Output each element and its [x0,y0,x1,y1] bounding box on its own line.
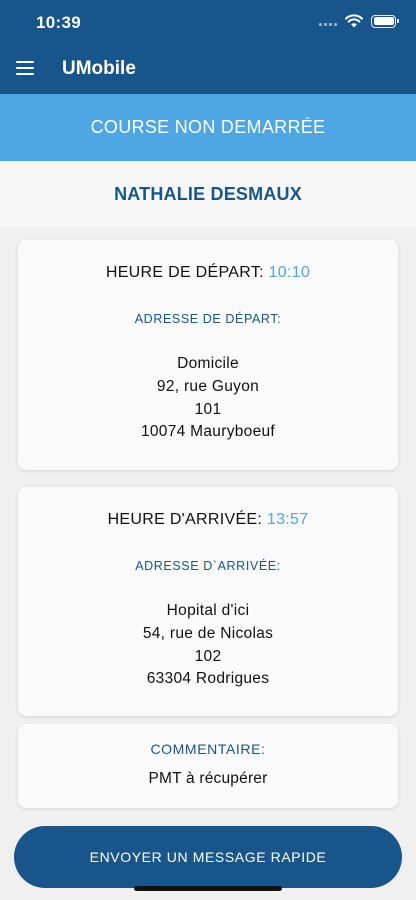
departure-address-line: 10074 Mauryboeuf [140,423,276,441]
departure-address: Domicile 92, rue Guyon 101 10074 Maurybo… [18,353,398,444]
departure-card: HEURE DE DÉPART: 10:10 ADRESSE DE DÉPART… [18,240,398,470]
cellular-signal-icon [319,16,337,26]
patient-name: NATHALIE DESMAUX [0,161,416,227]
status-icons [319,14,399,28]
comment-label: COMMENTAIRE: [150,741,266,757]
comment-card: COMMENTAIRE: PMT à récupérer [18,724,398,808]
departure-time-value: 10:10 [268,264,311,281]
arrival-time-label: HEURE D'ARRIVÉE: [107,511,267,528]
arrival-address-line: 63304 Rodrigues [146,670,270,688]
app-title: UMobile [62,58,136,79]
arrival-address-line: 54, rue de Nicolas [142,624,274,642]
departure-time-row: HEURE DE DÉPART: 10:10 [18,264,398,282]
arrival-card: HEURE D'ARRIVÉE: 13:57 ADRESSE D`ARRIVÉE… [18,487,398,716]
status-time: 10:39 [36,13,81,32]
departure-time-label: HEURE DE DÉPART: [105,264,269,281]
departure-address-line: 101 [194,400,222,418]
battery-icon [371,14,399,28]
arrival-time-value: 13:57 [266,511,309,528]
app-bar: UMobile [0,46,416,94]
departure-address-line: Domicile [177,355,239,372]
arrival-address-label: ADRESSE D`ARRIVÉE: [135,559,281,573]
arrival-address: Hopital d'ici 54, rue de Nicolas 102 633… [18,600,398,691]
status-bar: 10:39 [0,0,416,46]
course-status-banner: COURSE NON DEMARRÉE [0,94,416,161]
home-indicator[interactable] [134,886,282,891]
departure-address-label: ADRESSE DE DÉPART: [134,312,282,326]
send-quick-message-button[interactable]: ENVOYER UN MESSAGE RAPIDE [14,826,402,888]
hamburger-menu-icon[interactable] [16,61,34,75]
arrival-time-row: HEURE D'ARRIVÉE: 13:57 [18,511,398,529]
arrival-address-line: 102 [194,647,222,665]
departure-address-line: 92, rue Guyon [156,377,260,395]
wifi-icon [345,14,363,28]
comment-text: PMT à récupérer [148,770,268,787]
arrival-address-line: Hopital d'ici [166,602,250,619]
